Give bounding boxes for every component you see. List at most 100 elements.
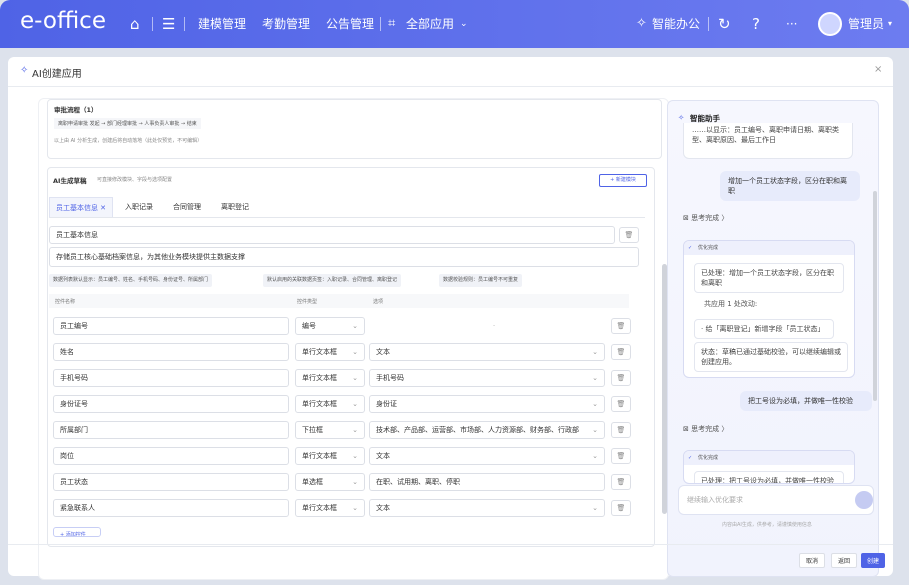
approval-flow-steps: 离职申请审批 发起 → 部门经理审批 → 人事负责人审批 → 结束 — [54, 118, 201, 129]
field-type-select[interactable]: 单行文本框 ⌄ — [295, 447, 365, 465]
field-type-select[interactable]: 单行文本框 ⌄ — [295, 343, 365, 361]
cancel-button[interactable]: 取消 — [799, 553, 825, 568]
more-icon[interactable]: ··· — [786, 0, 797, 48]
draft-panel: 审批流程（1） 离职申请审批 发起 → 部门经理审批 → 人事负责人审批 → 结… — [38, 98, 669, 580]
assistant-scrollbar[interactable] — [873, 191, 877, 401]
status-text: 状态：草稿已通过基础校验，可以继续编辑或创建应用。 — [694, 342, 848, 372]
delete-field-icon[interactable]: 🗑 — [611, 422, 631, 438]
field-option-select[interactable]: 文本 ⌄ — [369, 343, 605, 361]
grid-icon: ⌗ — [388, 16, 396, 31]
processed-text: 已处理：把工号设为必填，并做唯一性校验 — [694, 471, 844, 483]
col-field-name: 控件名称 — [55, 299, 76, 305]
field-type-select[interactable]: 单行文本框 ⌄ — [295, 395, 365, 413]
chevron-down-icon: ⌄ — [460, 19, 468, 29]
field-name-input[interactable]: 所属部门 — [53, 421, 289, 439]
delete-field-icon[interactable]: 🗑 — [611, 500, 631, 516]
field-option-select[interactable]: 身份证 ⌄ — [369, 395, 605, 413]
chip-validation-rule: 数据校验规则：员工编号不可重复 — [439, 274, 523, 287]
assistant-panel: ✧ 智能助手 ……以显示：员工编号、离职申请日期、离职类型、离职原因、最后工作日… — [667, 100, 879, 577]
field-name-input[interactable]: 手机号码 — [53, 369, 289, 387]
back-button[interactable]: 返回 — [831, 553, 857, 568]
smart-office-button[interactable]: 智能办公 — [652, 0, 700, 48]
assistant-icon: ✧ — [678, 113, 685, 122]
approval-title: 审批流程（1） — [54, 106, 98, 114]
home-icon[interactable]: ⌂ — [130, 0, 140, 48]
refresh-icon[interactable]: ↻ — [718, 0, 731, 48]
create-button[interactable]: 创建 — [861, 553, 885, 568]
nav-announcement[interactable]: 公告管理 — [326, 0, 374, 48]
module-description-input[interactable]: 存储员工核心基础档案信息，为其他业务模块提供主数据支撑 — [49, 247, 639, 267]
help-icon[interactable]: ? — [752, 0, 760, 48]
field-name-input[interactable]: 员工状态 — [53, 473, 289, 491]
modal-footer: 取消 返回 创建 — [8, 544, 893, 576]
field-type-select[interactable]: 下拉框 ⌄ — [295, 421, 365, 439]
modal-header: ✧ AI创建应用 × — [8, 57, 893, 87]
table-header: 控件名称 控件类型 选项 — [49, 294, 629, 308]
chat-input[interactable]: 继续输入优化要求 — [678, 485, 874, 515]
avatar[interactable] — [818, 12, 842, 36]
check-circle-icon: ✓ — [688, 245, 693, 251]
nav-modeling[interactable]: 建模管理 — [198, 0, 246, 48]
delete-field-icon[interactable]: 🗑 — [611, 344, 631, 360]
new-module-button[interactable]: + 新建模块 — [599, 174, 647, 187]
field-name-input[interactable]: 员工编号 — [53, 317, 289, 335]
smart-office-icon: ✧ — [636, 16, 647, 31]
field-name-input[interactable]: 姓名 — [53, 343, 289, 361]
think-icon: ⊠ — [683, 425, 692, 433]
module-name-input[interactable]: 员工基本信息 — [49, 226, 615, 244]
app-logo[interactable]: e-office — [20, 8, 106, 34]
ai-icon: ✧ — [20, 65, 29, 76]
user-message: 增加一个员工状态字段，区分在职和离职 — [720, 171, 860, 201]
add-field-button[interactable]: + 添加控件 — [53, 527, 101, 537]
user-name[interactable]: 管理员 — [848, 0, 884, 48]
optimize-result-card: ✓ 优化完成 已处理：把工号设为必填，并做唯一性校验 — [683, 450, 855, 484]
done-label: 优化完成 — [698, 245, 719, 251]
close-icon[interactable]: × — [874, 64, 882, 75]
menu-icon[interactable]: ☰ — [162, 0, 175, 48]
approval-flow-card: 审批流程（1） 离职申请审批 发起 → 部门经理审批 → 人事负责人审批 → 结… — [47, 99, 662, 159]
field-type-select[interactable]: 编号 ⌄ — [295, 317, 365, 335]
modal-title: AI创建应用 — [32, 69, 82, 80]
done-label: 优化完成 — [698, 455, 719, 461]
field-type-select[interactable]: 单行文本框 ⌄ — [295, 499, 365, 517]
top-navigation-bar: e-office ⌂ ☰ 建模管理 考勤管理 公告管理 ⌗ 全部应用 ⌄ ✧ 智… — [0, 0, 909, 48]
nav-attendance[interactable]: 考勤管理 — [262, 0, 310, 48]
user-message: 把工号设为必填，并做唯一性校验 — [740, 391, 872, 411]
field-option-select[interactable]: 手机号码 ⌄ — [369, 369, 605, 387]
field-type-select[interactable]: 单选框 ⌄ — [295, 473, 365, 491]
think-icon: ⊠ — [683, 214, 692, 222]
field-name-input[interactable]: 身份证号 — [53, 395, 289, 413]
approval-note: 以上由 AI 分析生成，创建后将自动落地（此处仅预览，不可编辑） — [54, 138, 203, 144]
tab-contract[interactable]: 合同管理 — [167, 197, 207, 217]
chip-related-tabs: 默认启用的关联数据页签：入职记录、合同管理、离职登记 — [263, 274, 402, 287]
delete-field-icon[interactable]: 🗑 — [611, 370, 631, 386]
field-option-select[interactable]: 文本 ⌄ — [369, 447, 605, 465]
send-icon[interactable] — [855, 491, 873, 509]
field-option-empty: - — [493, 322, 496, 329]
processed-text: 已处理：增加一个员工状态字段，区分在职和离职 — [694, 263, 844, 293]
col-field-type: 控件类型 — [297, 299, 318, 305]
optimize-result-card: ✓ 优化完成 已处理：增加一个员工状态字段，区分在职和离职 共应用 1 处改动: … — [683, 240, 855, 378]
tab-resignation[interactable]: 离职登记 — [215, 197, 255, 217]
delete-module-icon[interactable]: 🗑 — [619, 227, 639, 243]
check-circle-icon: ✓ — [688, 455, 693, 461]
field-option-select[interactable]: 技术部、产品部、运营部、市场部、人力资源部、财务部、行政部 ⌄ — [369, 421, 605, 439]
field-name-input[interactable]: 紧急联系人 — [53, 499, 289, 517]
draft-hint: 可直接修改模块、字段与选项配置 — [97, 177, 173, 183]
delete-field-icon[interactable]: 🗑 — [611, 396, 631, 412]
nav-all-apps[interactable]: 全部应用 — [406, 0, 454, 48]
col-options: 选项 — [373, 299, 384, 305]
field-option-select[interactable]: 文本 ⌄ — [369, 499, 605, 517]
delete-field-icon[interactable]: 🗑 — [611, 474, 631, 490]
user-menu-arrow-icon[interactable]: ▾ — [888, 0, 892, 48]
field-option-input[interactable]: 在职、试用期、离职、停职 — [369, 473, 605, 491]
tab-employee-info[interactable]: 员工基本信息 ✕ — [49, 197, 113, 217]
field-name-input[interactable]: 岗位 — [53, 447, 289, 465]
delete-field-icon[interactable]: 🗑 — [611, 318, 631, 334]
ai-disclaimer: 内容由AI生成，供参考，请谨慎使用信息 — [722, 522, 812, 528]
field-type-select[interactable]: 单行文本框 ⌄ — [295, 369, 365, 387]
think-done-toggle[interactable]: ⊠ 思考完成 〉 — [683, 213, 728, 223]
delete-field-icon[interactable]: 🗑 — [611, 448, 631, 464]
tab-onboarding[interactable]: 入职记录 — [119, 197, 159, 217]
think-done-toggle[interactable]: ⊠ 思考完成 〉 — [683, 424, 728, 434]
